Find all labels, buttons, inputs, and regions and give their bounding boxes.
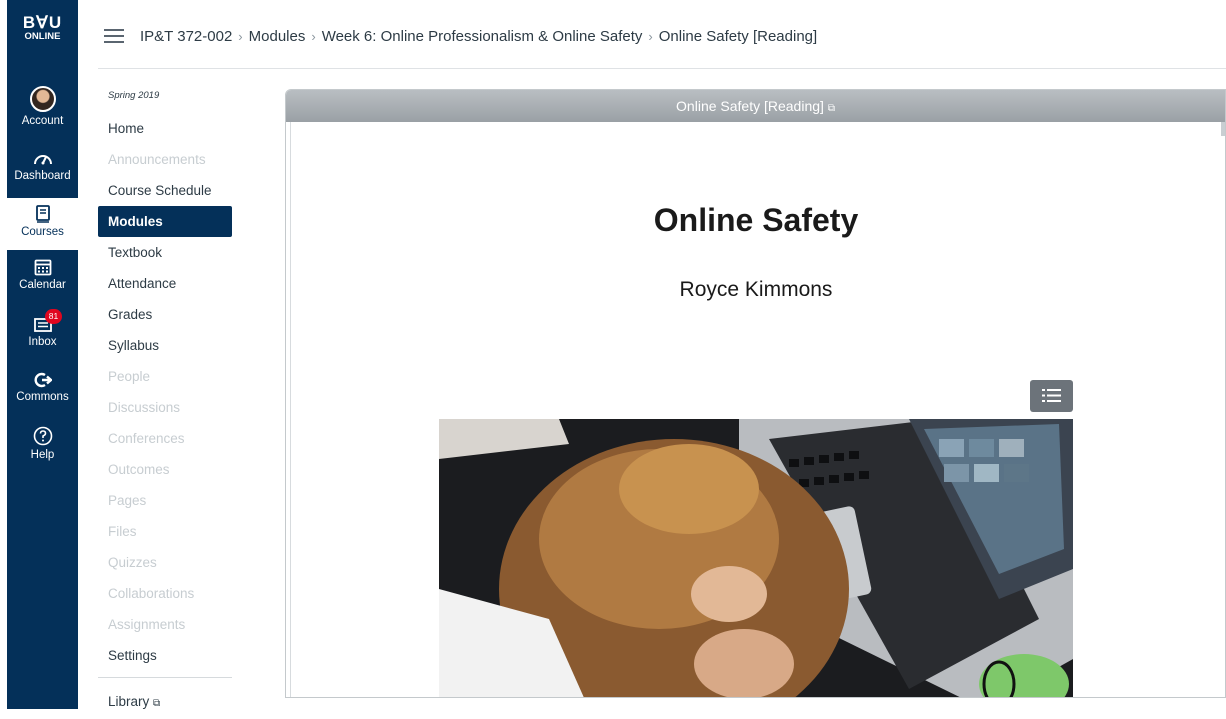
page-header: IP&T 372-002 › Modules › Week 6: Online Prof…	[98, 0, 1226, 69]
course-nav-item-discussions: Discussions	[108, 400, 181, 415]
avatar	[29, 86, 56, 112]
course-nav-divider	[98, 677, 232, 678]
breadcrumb-separator-icon: ›	[648, 29, 653, 44]
breadcrumb: IP&T 372-002 › Modules › Week 6: Online Prof…	[140, 28, 817, 45]
course-nav-item-settings[interactable]: Settings	[98, 640, 232, 671]
global-nav-inbox[interactable]: 81 Inbox	[7, 309, 78, 348]
breadcrumb-course[interactable]: IP&T 372-002	[140, 28, 232, 45]
term-label: Spring 2019	[108, 90, 160, 101]
course-nav-item-assignments: Assignments	[108, 617, 186, 632]
global-nav-account-label: Account	[21, 115, 64, 127]
global-nav-inbox-label: Inbox	[28, 336, 57, 348]
table-of-contents-button[interactable]	[1030, 380, 1073, 412]
breadcrumb-week[interactable]: Week 6: Online Professionalism & Online …	[322, 28, 643, 45]
global-nav-courses[interactable]: Courses	[7, 198, 78, 250]
course-nav-item-people: People	[108, 369, 151, 384]
frame-title: Online Safety [Reading]	[676, 98, 824, 114]
inbox-unread-badge: 81	[45, 309, 62, 324]
course-nav-item-pages: Pages	[108, 493, 147, 508]
global-nav-help[interactable]: Help	[7, 426, 78, 461]
global-nav-calendar[interactable]: Calendar	[7, 258, 78, 291]
global-nav: B∀U ONLINE Account Dashboard Courses Cal	[7, 0, 78, 709]
document-author: Royce Kimmons	[679, 278, 833, 301]
course-nav-library[interactable]: Library ⧉	[98, 686, 232, 717]
byu-online-logo[interactable]: B∀U ONLINE	[7, 14, 78, 42]
list-icon	[1042, 389, 1061, 402]
global-nav-dashboard-label: Dashboard	[14, 170, 71, 182]
logo-line2: ONLINE	[24, 31, 61, 42]
course-nav-item-announcements: Announcements	[108, 152, 206, 167]
global-nav-help-label: Help	[30, 449, 55, 461]
logo-line1: B∀U	[22, 13, 63, 32]
breadcrumb-separator-icon: ›	[238, 29, 243, 44]
breadcrumb-separator-icon: ›	[311, 29, 316, 44]
library-label: Library	[108, 694, 150, 709]
global-nav-courses-label: Courses	[21, 226, 64, 238]
reading-body[interactable]: Online Safety Royce Kimmons	[290, 122, 1225, 697]
breadcrumb-modules[interactable]: Modules	[249, 28, 306, 45]
course-nav-item-grades[interactable]: Grades	[98, 299, 232, 330]
book-icon	[35, 205, 50, 223]
help-icon	[33, 426, 52, 446]
header-photo	[439, 419, 1073, 697]
global-nav-commons[interactable]: Commons	[7, 372, 78, 403]
document-title: Online Safety	[653, 202, 859, 238]
global-nav-commons-label: Commons	[16, 391, 69, 403]
content-frame: Online Safety [Reading] ⧉ Online Safety …	[285, 89, 1226, 698]
course-nav-item-modules[interactable]: Modules	[98, 206, 232, 237]
global-nav-dashboard[interactable]: Dashboard	[7, 151, 78, 182]
course-nav-item-course-schedule[interactable]: Course Schedule	[98, 175, 232, 206]
course-nav-item-attendance[interactable]: Attendance	[98, 268, 232, 299]
frame-title-bar: Online Safety [Reading] ⧉	[286, 90, 1225, 122]
course-nav-item-textbook[interactable]: Textbook	[98, 237, 232, 268]
course-nav-item-home[interactable]: Home	[98, 113, 232, 144]
course-nav-item-conferences: Conferences	[108, 431, 185, 446]
external-link-icon[interactable]: ⧉	[828, 103, 835, 114]
course-nav-item-files: Files	[108, 524, 137, 539]
dashboard-icon	[33, 155, 52, 165]
course-nav: Spring 2019 Home Announcements Course Sche…	[98, 68, 234, 709]
course-nav-item-collaborations: Collaborations	[108, 586, 195, 601]
calendar-icon	[34, 259, 51, 276]
course-nav-item-syllabus[interactable]: Syllabus	[98, 330, 232, 361]
commons-icon	[34, 372, 52, 388]
hamburger-menu-icon[interactable]	[104, 29, 124, 43]
global-nav-calendar-label: Calendar	[19, 279, 66, 291]
breadcrumb-current: Online Safety [Reading]	[658, 28, 818, 45]
scrollbar[interactable]	[1221, 122, 1225, 136]
course-nav-item-quizzes: Quizzes	[108, 555, 157, 570]
external-link-icon: ⧉	[153, 698, 161, 709]
global-nav-account[interactable]: Account	[7, 86, 78, 127]
course-nav-item-outcomes: Outcomes	[108, 462, 170, 477]
